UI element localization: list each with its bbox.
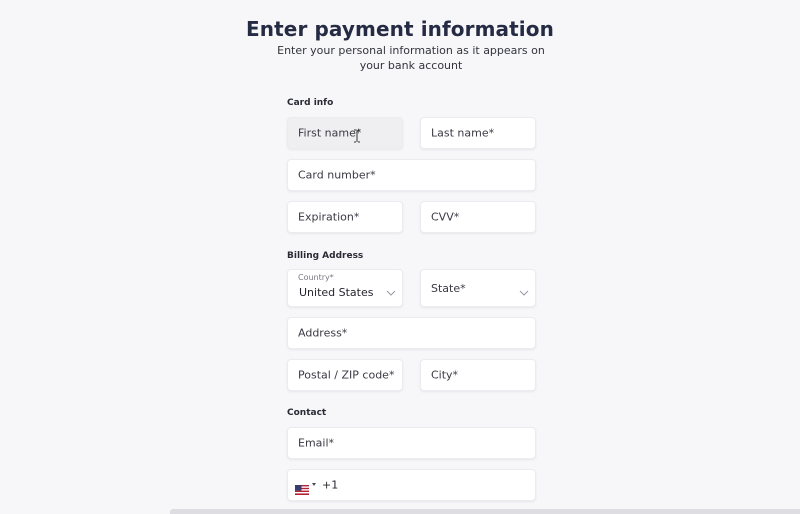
postal-code-input[interactable]: Postal / ZIP code* bbox=[287, 359, 403, 391]
phone-country-selector[interactable] bbox=[295, 480, 309, 495]
email-input[interactable]: Email* bbox=[287, 427, 536, 459]
country-select-value: United States bbox=[299, 286, 374, 299]
country-select-label: Country* bbox=[298, 273, 334, 282]
first-name-input[interactable]: First name* bbox=[287, 117, 403, 149]
country-select[interactable]: Country* United States bbox=[287, 269, 403, 307]
first-name-placeholder: First name* bbox=[298, 126, 362, 140]
expiration-placeholder: Expiration* bbox=[298, 210, 360, 224]
phone-input[interactable]: +1 bbox=[287, 469, 536, 501]
chevron-down-icon bbox=[519, 290, 529, 296]
page-subtitle: Enter your personal information as it ap… bbox=[277, 44, 545, 72]
city-input[interactable]: City* bbox=[420, 359, 536, 391]
last-name-input[interactable]: Last name* bbox=[420, 117, 536, 149]
us-flag-icon bbox=[295, 485, 309, 495]
caret-down-icon bbox=[312, 483, 316, 486]
cvv-input[interactable]: CVV* bbox=[420, 201, 536, 233]
phone-dial-code: +1 bbox=[322, 478, 339, 492]
expiration-input[interactable]: Expiration* bbox=[287, 201, 403, 233]
last-name-placeholder: Last name* bbox=[431, 126, 495, 140]
chevron-down-icon bbox=[386, 290, 396, 296]
email-placeholder: Email* bbox=[298, 436, 335, 450]
contact-section-label: Contact bbox=[287, 408, 327, 418]
page-title: Enter payment information bbox=[246, 17, 554, 41]
bottom-panel-edge bbox=[170, 509, 800, 514]
card-number-input[interactable]: Card number* bbox=[287, 159, 536, 191]
card-number-placeholder: Card number* bbox=[298, 168, 376, 182]
text-cursor-icon bbox=[354, 129, 360, 143]
billing-address-section-label: Billing Address bbox=[287, 251, 364, 261]
postal-code-placeholder: Postal / ZIP code* bbox=[298, 368, 395, 382]
card-info-section-label: Card info bbox=[287, 98, 334, 108]
state-select[interactable]: State* bbox=[420, 269, 536, 307]
address-placeholder: Address* bbox=[298, 326, 348, 340]
address-input[interactable]: Address* bbox=[287, 317, 536, 349]
cvv-placeholder: CVV* bbox=[431, 210, 460, 224]
city-placeholder: City* bbox=[431, 368, 459, 382]
state-select-placeholder: State* bbox=[431, 282, 466, 295]
